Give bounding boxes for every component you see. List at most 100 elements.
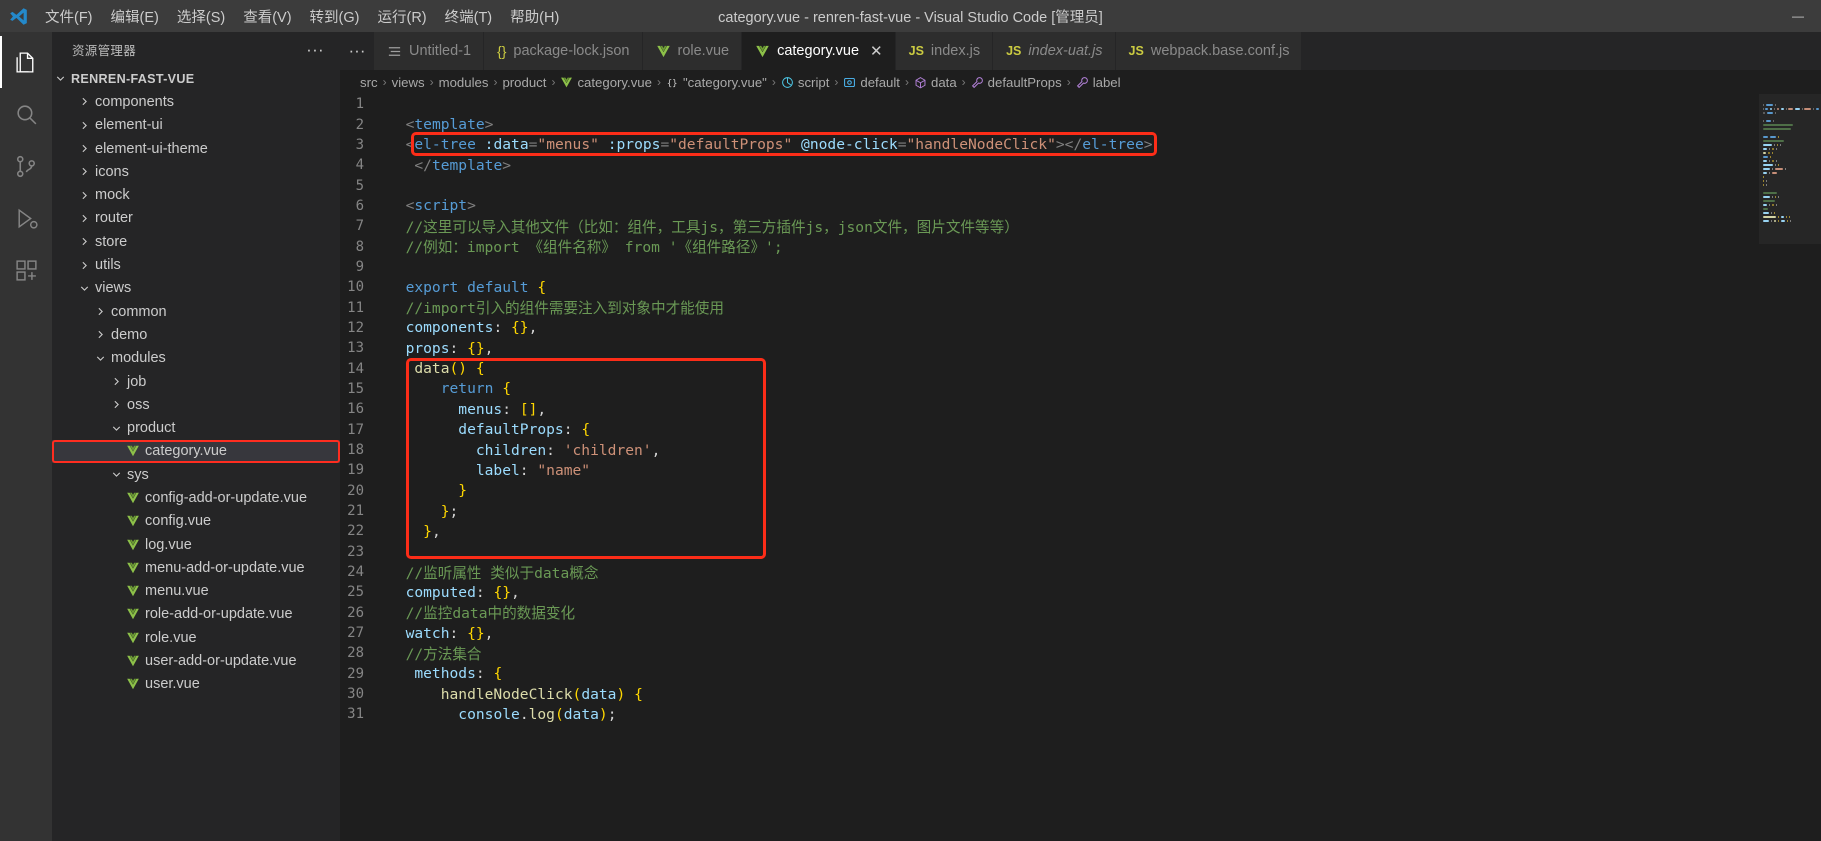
breadcrumb-item-src[interactable]: src (360, 75, 378, 90)
tree-item-utils[interactable]: utils (52, 253, 340, 276)
breadcrumb-item-script[interactable]: script (781, 75, 829, 90)
code-line[interactable]: 24 //监听属性 类似于data概念 (340, 562, 1759, 582)
tree-item-role-vue[interactable]: role.vue (52, 626, 340, 649)
code-line[interactable]: 29 methods: { (340, 664, 1759, 684)
tab-role-vue[interactable]: role.vue (642, 32, 743, 70)
tree-item-common[interactable]: common (52, 300, 340, 323)
code-line[interactable]: 18 children: 'children', (340, 440, 1759, 460)
code-line[interactable]: 19 label: "name" (340, 460, 1759, 480)
tab-index-uat-js[interactable]: JS index-uat.js (993, 32, 1116, 70)
tabs-overflow-button[interactable]: ··· (340, 32, 374, 70)
tab-close-icon[interactable]: ✕ (866, 44, 883, 59)
breadcrumb-item-modules[interactable]: modules (439, 75, 489, 90)
code-line[interactable]: 10 export default { (340, 277, 1759, 297)
activity-search[interactable] (0, 88, 52, 140)
tree-item-menu-add-or-update-vue[interactable]: menu-add-or-update.vue (52, 556, 340, 579)
code-editor[interactable]: 12 <template> 3 <el-tree :data="menus" :p… (340, 94, 1821, 841)
breadcrumb-item-defaultprops[interactable]: defaultProps (971, 75, 1062, 90)
tree-item-components[interactable]: components (52, 90, 340, 113)
explorer-more-actions-button[interactable]: ··· (302, 41, 328, 58)
tree-item-element-ui[interactable]: element-ui (52, 114, 340, 137)
code-line[interactable]: 13 props: {}, (340, 338, 1759, 358)
tree-item-store[interactable]: store (52, 230, 340, 253)
breadcrumb-item--category-vue-[interactable]: {} "category.vue" (666, 75, 767, 90)
code-line[interactable]: 27 watch: {}, (340, 623, 1759, 643)
menu-bar[interactable]: 文件(F) 编辑(E) 选择(S) 查看(V) 转到(G) 运行(R) 终端(T… (36, 0, 568, 32)
tree-item-config-add-or-update-vue[interactable]: config-add-or-update.vue (52, 486, 340, 509)
menu-file[interactable]: 文件(F) (36, 0, 102, 32)
code-line[interactable]: 6 <script> (340, 196, 1759, 216)
code-line[interactable]: 14 data() { (340, 358, 1759, 378)
code-line[interactable]: 26 //监控data中的数据变化 (340, 603, 1759, 623)
tab-untitled-1[interactable]: Untitled-1 (374, 32, 485, 70)
code-line[interactable]: 25 computed: {}, (340, 582, 1759, 602)
tree-item-router[interactable]: router (52, 207, 340, 230)
menu-selection[interactable]: 选择(S) (168, 0, 234, 32)
code-line[interactable]: 28 //方法集合 (340, 643, 1759, 663)
menu-help[interactable]: 帮助(H) (501, 0, 568, 32)
code-line[interactable]: 11 //import引入的组件需要注入到对象中才能使用 (340, 297, 1759, 318)
tree-item-log-vue[interactable]: log.vue (52, 533, 340, 556)
code-line[interactable]: 5 (340, 175, 1759, 195)
tree-item-user-vue[interactable]: user.vue (52, 673, 340, 696)
tree-item-user-add-or-update-vue[interactable]: user-add-or-update.vue (52, 649, 340, 672)
tab-webpack-base-conf-js[interactable]: JS webpack.base.conf.js (1115, 32, 1303, 70)
tab-category-vue[interactable]: category.vue ✕ (742, 32, 896, 70)
minimap-slider[interactable] (1759, 94, 1821, 244)
minimap[interactable] (1759, 94, 1821, 841)
code-line[interactable]: 12 components: {}, (340, 318, 1759, 338)
code-line[interactable]: 9 (340, 257, 1759, 277)
breadcrumb-item-views[interactable]: views (392, 75, 425, 90)
code-line[interactable]: 21 }; (340, 501, 1759, 521)
code-line[interactable]: 17 defaultProps: { (340, 420, 1759, 440)
code-line[interactable]: 23 (340, 542, 1759, 562)
breadcrumb-item-category-vue[interactable]: category.vue (560, 75, 652, 90)
menu-view[interactable]: 查看(V) (234, 0, 300, 32)
tree-item-icons[interactable]: icons (52, 160, 340, 183)
activity-scm[interactable] (0, 140, 52, 192)
code-lines[interactable]: 12 <template> 3 <el-tree :data="menus" :p… (340, 94, 1759, 841)
code-line[interactable]: 3 <el-tree :data="menus" :props="default… (340, 135, 1759, 155)
activity-debug[interactable] (0, 192, 52, 244)
code-line[interactable]: 31 console.log(data); (340, 704, 1759, 724)
tree-item-views[interactable]: views (52, 277, 340, 300)
tree-item-demo[interactable]: demo (52, 323, 340, 346)
code-line[interactable]: 22 }, (340, 521, 1759, 541)
menu-edit[interactable]: 编辑(E) (102, 0, 168, 32)
breadcrumb-item-default[interactable]: default (843, 75, 900, 90)
tree-item-job[interactable]: job (52, 370, 340, 393)
tree-item-mock[interactable]: mock (52, 183, 340, 206)
code-line[interactable]: 1 (340, 94, 1759, 114)
tree-item-menu-vue[interactable]: menu.vue (52, 580, 340, 603)
code-line[interactable]: 7 //这里可以导入其他文件（比如：组件，工具js，第三方插件js，json文件… (340, 216, 1759, 236)
menu-terminal[interactable]: 终端(T) (436, 0, 502, 32)
code-line[interactable]: 15 return { (340, 379, 1759, 399)
tree-item-product[interactable]: product (52, 416, 340, 439)
code-line[interactable]: 2 <template> (340, 114, 1759, 134)
menu-run[interactable]: 运行(R) (368, 0, 435, 32)
activity-explorer[interactable] (0, 36, 52, 88)
tree-item-element-ui-theme[interactable]: element-ui-theme (52, 137, 340, 160)
tab-package-lock-json[interactable]: {} package-lock.json (484, 32, 643, 70)
window-controls[interactable]: — (1775, 0, 1821, 32)
tree-root-renren-fast-vue[interactable]: RENREN-FAST-VUE (52, 67, 340, 90)
tree-item-modules[interactable]: modules (52, 347, 340, 370)
file-tree[interactable]: RENREN-FAST-VUE components element-ui elem… (52, 67, 340, 841)
tree-item-sys[interactable]: sys (52, 463, 340, 486)
menu-go[interactable]: 转到(G) (301, 0, 369, 32)
tab-index-js[interactable]: JS index.js (895, 32, 994, 70)
breadcrumb[interactable]: src › views › modules › product › category.vue › {… (340, 70, 1821, 94)
breadcrumb-item-label[interactable]: label (1076, 75, 1121, 90)
code-line[interactable]: 4 </template> (340, 155, 1759, 175)
activity-extensions[interactable] (0, 244, 52, 296)
breadcrumb-item-data[interactable]: data (914, 75, 957, 90)
tree-item-category-vue[interactable]: category.vue (52, 439, 340, 464)
code-line[interactable]: 8 //例如：import 《组件名称》 from '《组件路径》'; (340, 236, 1759, 257)
tree-item-role-add-or-update-vue[interactable]: role-add-or-update.vue (52, 603, 340, 626)
tree-item-config-vue[interactable]: config.vue (52, 510, 340, 533)
code-line[interactable]: 16 menus: [], (340, 399, 1759, 419)
tree-item-oss[interactable]: oss (52, 393, 340, 416)
breadcrumb-item-product[interactable]: product (502, 75, 546, 90)
code-line[interactable]: 20 } (340, 481, 1759, 501)
minimize-button[interactable]: — (1775, 0, 1821, 32)
